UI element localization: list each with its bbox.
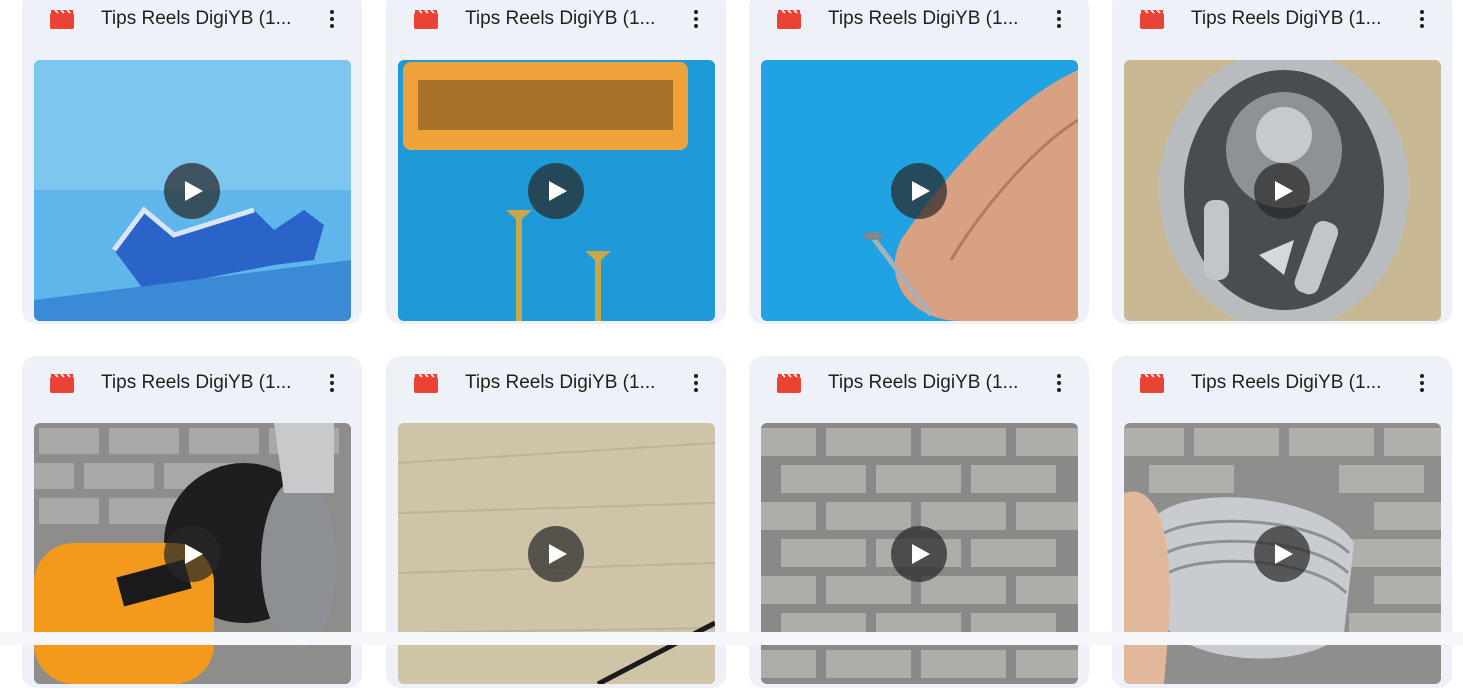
play-icon bbox=[912, 181, 930, 201]
card-header: Tips Reels DigiYB (1... bbox=[386, 356, 726, 410]
card-header: Tips Reels DigiYB (1... bbox=[1112, 356, 1452, 410]
video-thumbnail[interactable] bbox=[1124, 60, 1441, 321]
play-icon bbox=[549, 181, 567, 201]
play-button[interactable] bbox=[1254, 163, 1310, 219]
horizontal-scrollbar-track[interactable] bbox=[0, 632, 1463, 645]
more-options-button[interactable] bbox=[1408, 5, 1436, 33]
card-header: Tips Reels DigiYB (1... bbox=[22, 356, 362, 410]
play-icon bbox=[1275, 544, 1293, 564]
video-clapper-icon bbox=[50, 373, 74, 393]
play-button[interactable] bbox=[891, 526, 947, 582]
video-clapper-icon bbox=[1140, 373, 1164, 393]
file-title[interactable]: Tips Reels DigiYB (1... bbox=[101, 7, 306, 31]
more-vert-icon bbox=[1057, 10, 1061, 28]
video-thumbnail[interactable] bbox=[34, 60, 351, 321]
file-card[interactable]: Tips Reels DigiYB (1... bbox=[22, 0, 362, 324]
card-header: Tips Reels DigiYB (1... bbox=[22, 0, 362, 46]
more-options-button[interactable] bbox=[1045, 5, 1073, 33]
file-grid: Tips Reels DigiYB (1... Tips Reels DigiY… bbox=[0, 0, 1463, 688]
more-options-button[interactable] bbox=[682, 369, 710, 397]
file-title[interactable]: Tips Reels DigiYB (1... bbox=[101, 371, 306, 395]
play-button[interactable] bbox=[164, 526, 220, 582]
more-vert-icon bbox=[1057, 374, 1061, 392]
play-button[interactable] bbox=[891, 163, 947, 219]
more-options-button[interactable] bbox=[682, 5, 710, 33]
video-clapper-icon bbox=[777, 373, 801, 393]
file-card[interactable]: Tips Reels DigiYB (1... bbox=[749, 0, 1089, 324]
file-title[interactable]: Tips Reels DigiYB (1... bbox=[828, 371, 1033, 395]
more-options-button[interactable] bbox=[1045, 369, 1073, 397]
file-title[interactable]: Tips Reels DigiYB (1... bbox=[465, 371, 670, 395]
video-clapper-icon bbox=[414, 9, 438, 29]
file-title[interactable]: Tips Reels DigiYB (1... bbox=[828, 7, 1033, 31]
more-options-button[interactable] bbox=[318, 5, 346, 33]
video-thumbnail[interactable] bbox=[398, 60, 715, 321]
more-vert-icon bbox=[694, 374, 698, 392]
more-vert-icon bbox=[694, 10, 698, 28]
more-vert-icon bbox=[1420, 374, 1424, 392]
card-header: Tips Reels DigiYB (1... bbox=[386, 0, 726, 46]
card-header: Tips Reels DigiYB (1... bbox=[749, 356, 1089, 410]
card-header: Tips Reels DigiYB (1... bbox=[1112, 0, 1452, 46]
file-card[interactable]: Tips Reels DigiYB (1... bbox=[386, 0, 726, 324]
more-options-button[interactable] bbox=[318, 369, 346, 397]
play-button[interactable] bbox=[164, 163, 220, 219]
play-icon bbox=[549, 544, 567, 564]
file-title[interactable]: Tips Reels DigiYB (1... bbox=[465, 7, 670, 31]
video-thumbnail[interactable] bbox=[761, 60, 1078, 321]
card-header: Tips Reels DigiYB (1... bbox=[749, 0, 1089, 46]
file-title[interactable]: Tips Reels DigiYB (1... bbox=[1191, 371, 1396, 395]
play-button[interactable] bbox=[528, 526, 584, 582]
play-icon bbox=[185, 181, 203, 201]
play-button[interactable] bbox=[1254, 526, 1310, 582]
video-clapper-icon bbox=[50, 9, 74, 29]
play-icon bbox=[912, 544, 930, 564]
video-clapper-icon bbox=[777, 9, 801, 29]
file-card[interactable]: Tips Reels DigiYB (1... bbox=[1112, 0, 1452, 324]
more-vert-icon bbox=[330, 10, 334, 28]
play-icon bbox=[185, 544, 203, 564]
play-button[interactable] bbox=[528, 163, 584, 219]
more-vert-icon bbox=[330, 374, 334, 392]
more-vert-icon bbox=[1420, 10, 1424, 28]
file-title[interactable]: Tips Reels DigiYB (1... bbox=[1191, 7, 1396, 31]
video-clapper-icon bbox=[414, 373, 438, 393]
play-icon bbox=[1275, 181, 1293, 201]
more-options-button[interactable] bbox=[1408, 369, 1436, 397]
video-clapper-icon bbox=[1140, 9, 1164, 29]
